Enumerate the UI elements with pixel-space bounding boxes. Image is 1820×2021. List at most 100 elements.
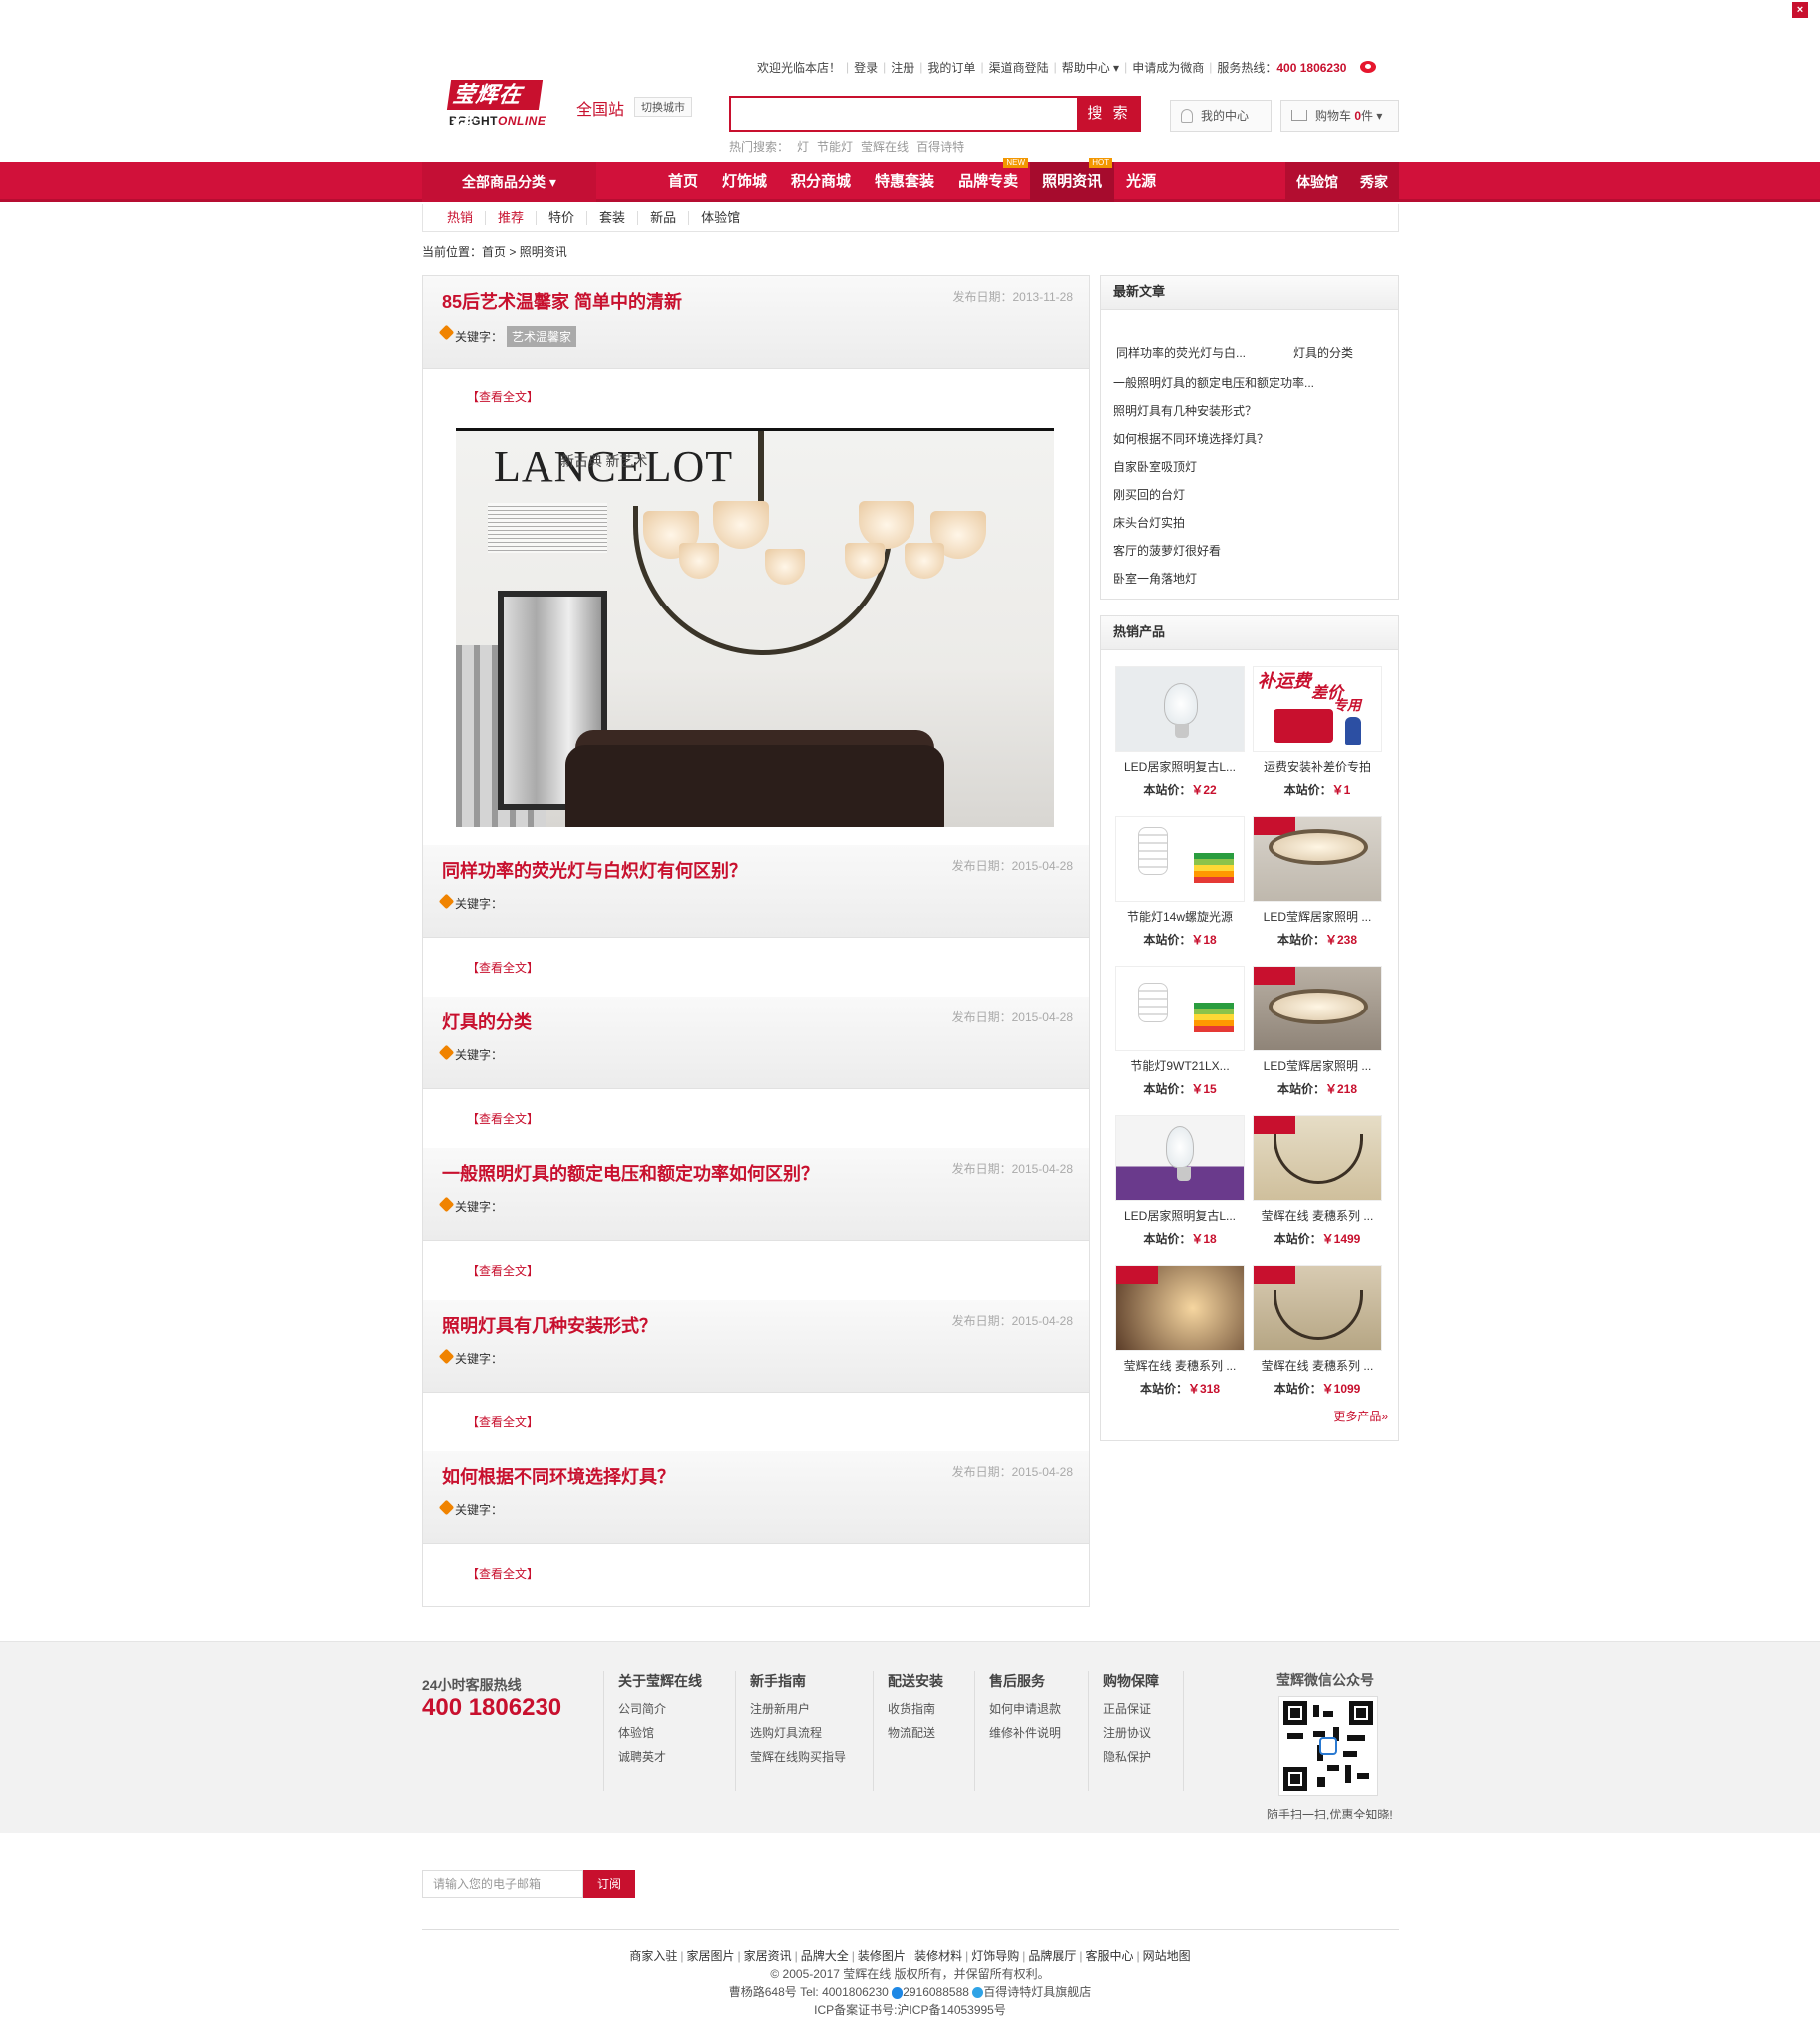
footer-link[interactable]: 选购灯具流程 bbox=[750, 1721, 870, 1745]
footer-bottom-link[interactable]: 灯饰导购 bbox=[971, 1949, 1019, 1963]
hot-search-item[interactable]: 百得诗特 bbox=[916, 140, 964, 154]
nav-item-light-source[interactable]: 光源 bbox=[1114, 162, 1168, 202]
latest-article-link[interactable]: 照明灯具有几种安装形式？ bbox=[1113, 402, 1257, 419]
article-title[interactable]: 如何根据不同环境选择灯具？ bbox=[442, 1463, 675, 1489]
product-card[interactable]: LED居家照明复古L... 本站价：￥22 bbox=[1115, 666, 1245, 798]
product-card[interactable]: 莹辉在线 麦穗系列 ... 本站价：￥1499 bbox=[1253, 1115, 1382, 1247]
switch-city-button[interactable]: 切换城市 bbox=[634, 97, 692, 117]
product-image[interactable] bbox=[1253, 816, 1382, 902]
icp-record[interactable]: ICP备案证书号:沪ICP备14053995号 bbox=[0, 2001, 1820, 2018]
product-card[interactable]: LED莹辉居家照明 ... 本站价：￥238 bbox=[1253, 816, 1382, 948]
footer-link[interactable]: 体验馆 bbox=[618, 1721, 733, 1745]
dealer-login-link[interactable]: 渠道商登陆 bbox=[984, 59, 1054, 76]
weibo-icon[interactable] bbox=[1360, 61, 1377, 73]
footer-link[interactable]: 物流配送 bbox=[888, 1721, 972, 1745]
product-image[interactable] bbox=[1115, 966, 1245, 1051]
latest-article-link[interactable]: 一般照明灯具的额定电压和额定功率... bbox=[1113, 374, 1314, 391]
product-image[interactable] bbox=[1115, 816, 1245, 902]
login-link[interactable]: 登录 bbox=[849, 59, 883, 76]
product-image[interactable] bbox=[1115, 1265, 1245, 1351]
product-card[interactable]: 莹辉在线 麦穗系列 ... 本站价：￥1099 bbox=[1253, 1265, 1382, 1397]
search-button[interactable]: 搜 索 bbox=[1077, 96, 1141, 132]
more-products-link[interactable]: 更多产品» bbox=[1333, 1408, 1388, 1424]
product-image[interactable] bbox=[1253, 1115, 1382, 1201]
product-image[interactable]: 补运费 差价 专用 bbox=[1253, 666, 1382, 752]
shop-icon[interactable] bbox=[972, 1987, 984, 1999]
footer-link[interactable]: 诚聘英才 bbox=[618, 1745, 733, 1769]
nav-item-lamp-mall[interactable]: 灯饰城 bbox=[710, 162, 779, 202]
nav-item-showcase[interactable]: 秀家 bbox=[1349, 162, 1399, 202]
latest-article-link[interactable]: 同样功率的荧光灯与白... bbox=[1116, 344, 1246, 361]
footer-bottom-link[interactable]: 家居图片 bbox=[687, 1949, 735, 1963]
site-logo[interactable]: 莹辉在线 BRIGHTONLINE bbox=[446, 80, 546, 137]
latest-article-link[interactable]: 刚买回的台灯 bbox=[1113, 486, 1185, 503]
article-image[interactable]: LANCELOT 新古典 新艺术 bbox=[456, 428, 1054, 827]
footer-link[interactable]: 如何申请退款 bbox=[989, 1697, 1086, 1721]
cart-button[interactable]: 购物车 0件 ▾ bbox=[1280, 100, 1399, 132]
latest-article-link[interactable]: 如何根据不同环境选择灯具？ bbox=[1113, 430, 1269, 447]
latest-article-link[interactable]: 客厅的菠萝灯很好看 bbox=[1113, 542, 1221, 559]
footer-link[interactable]: 维修补件说明 bbox=[989, 1721, 1086, 1745]
footer-bottom-link[interactable]: 品牌大全 bbox=[801, 1949, 849, 1963]
keyword-tag[interactable]: 艺术温馨家 bbox=[507, 326, 577, 347]
subscribe-button[interactable]: 订阅 bbox=[583, 1870, 635, 1898]
footer-link[interactable]: 正品保证 bbox=[1103, 1697, 1183, 1721]
article-title[interactable]: 同样功率的荧光灯与白炽灯有何区别？ bbox=[442, 857, 747, 883]
nav-item-home[interactable]: 首页 bbox=[656, 162, 710, 202]
apply-wechat-seller-link[interactable]: 申请成为微商 bbox=[1127, 59, 1209, 76]
product-card[interactable]: LED莹辉居家照明 ... 本站价：￥218 bbox=[1253, 966, 1382, 1097]
my-orders-link[interactable]: 我的订单 bbox=[922, 59, 980, 76]
footer-link[interactable]: 注册协议 bbox=[1103, 1721, 1183, 1745]
latest-article-link[interactable]: 自家卧室吸顶灯 bbox=[1113, 458, 1197, 475]
footer-link[interactable]: 注册新用户 bbox=[750, 1697, 870, 1721]
product-card[interactable]: 节能灯9WT21LX... 本站价：￥15 bbox=[1115, 966, 1245, 1097]
subnav-item[interactable]: 推荐 bbox=[486, 210, 538, 225]
footer-bottom-link[interactable]: 客服中心 bbox=[1085, 1949, 1133, 1963]
close-icon[interactable]: × bbox=[1792, 2, 1808, 18]
footer-bottom-link[interactable]: 装修图片 bbox=[858, 1949, 906, 1963]
read-more-link[interactable]: 【查看全文】 bbox=[467, 1565, 539, 1582]
product-image[interactable] bbox=[1253, 966, 1382, 1051]
nav-item-news[interactable]: 照明资讯 HOT bbox=[1030, 158, 1115, 202]
user-center-button[interactable]: 我的中心 bbox=[1170, 100, 1272, 132]
latest-article-link[interactable]: 床头台灯实拍 bbox=[1113, 514, 1185, 531]
hot-search-item[interactable]: 莹辉在线 bbox=[861, 140, 909, 154]
all-categories-button[interactable]: 全部商品分类 ▾ bbox=[422, 162, 596, 202]
email-input[interactable]: 请输入您的电子邮箱 bbox=[422, 1870, 583, 1898]
footer-link[interactable]: 收货指南 bbox=[888, 1697, 972, 1721]
read-more-link[interactable]: 【查看全文】 bbox=[467, 959, 539, 976]
footer-bottom-link[interactable]: 商家入驻 bbox=[629, 1949, 677, 1963]
read-more-link[interactable]: 【查看全文】 bbox=[467, 388, 539, 405]
product-card[interactable]: 补运费 差价 专用 运费安装补差价专拍 本站价：￥1 bbox=[1253, 666, 1382, 798]
product-image[interactable] bbox=[1253, 1265, 1382, 1351]
breadcrumb-home[interactable]: 首页 bbox=[482, 245, 506, 259]
latest-article-link[interactable]: 卧室一角落地灯 bbox=[1113, 570, 1197, 587]
subnav-item[interactable]: 体验馆 bbox=[689, 210, 752, 225]
hot-search-item[interactable]: 灯 bbox=[797, 140, 809, 154]
read-more-link[interactable]: 【查看全文】 bbox=[467, 1262, 539, 1279]
article-title[interactable]: 灯具的分类 bbox=[442, 1009, 532, 1034]
nav-item-sets[interactable]: 特惠套装 bbox=[863, 162, 946, 202]
register-link[interactable]: 注册 bbox=[886, 59, 919, 76]
footer-link[interactable]: 公司简介 bbox=[618, 1697, 733, 1721]
nav-item-points-mall[interactable]: 积分商城 bbox=[779, 162, 863, 202]
latest-article-link[interactable]: 灯具的分类 bbox=[1293, 344, 1353, 361]
footer-bottom-link[interactable]: 装修材料 bbox=[914, 1949, 962, 1963]
product-card[interactable]: 节能灯14w螺旋光源 本站价：￥18 bbox=[1115, 816, 1245, 948]
footer-link[interactable]: 隐私保护 bbox=[1103, 1745, 1183, 1769]
article-title[interactable]: 照明灯具有几种安装形式？ bbox=[442, 1312, 657, 1338]
product-image[interactable] bbox=[1115, 666, 1245, 752]
nav-item-experience[interactable]: 体验馆 bbox=[1285, 162, 1349, 202]
nav-item-brands[interactable]: 品牌专卖 NEW bbox=[946, 158, 1030, 202]
footer-bottom-link[interactable]: 家居资讯 bbox=[744, 1949, 792, 1963]
subnav-item[interactable]: 套装 bbox=[587, 210, 639, 225]
breadcrumb-current[interactable]: 照明资讯 bbox=[520, 245, 567, 259]
product-card[interactable]: 莹辉在线 麦穗系列 ... 本站价：￥318 bbox=[1115, 1265, 1245, 1397]
article-title[interactable]: 一般照明灯具的额定电压和额定功率如何区别？ bbox=[442, 1160, 819, 1186]
product-card[interactable]: LED居家照明复古L... 本站价：￥18 bbox=[1115, 1115, 1245, 1247]
article-title[interactable]: 85后艺术温馨家 简单中的清新 bbox=[442, 288, 682, 314]
subnav-item[interactable]: 热销 bbox=[435, 210, 487, 225]
read-more-link[interactable]: 【查看全文】 bbox=[467, 1110, 539, 1127]
subnav-item[interactable]: 新品 bbox=[638, 210, 690, 225]
read-more-link[interactable]: 【查看全文】 bbox=[467, 1414, 539, 1430]
